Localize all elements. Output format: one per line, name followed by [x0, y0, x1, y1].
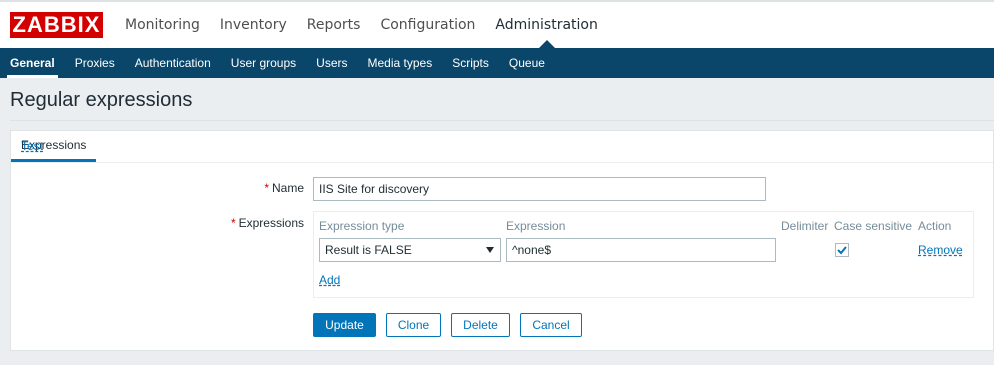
expressions-label-text: Expressions: [238, 216, 304, 230]
subnav-item-media-types[interactable]: Media types: [358, 48, 443, 78]
zabbix-logo[interactable]: ZABBIX: [9, 11, 104, 39]
checkmark-icon: [837, 246, 847, 255]
clone-button[interactable]: Clone: [386, 313, 441, 337]
expressions-table: Expression type Expression Delimiter Cas…: [313, 211, 974, 298]
delete-button[interactable]: Delete: [451, 313, 510, 337]
expression-type-select[interactable]: Result is FALSE: [319, 238, 501, 262]
main-menu: Monitoring Inventory Reports Configurati…: [115, 2, 608, 48]
header-expression: Expression: [506, 219, 566, 233]
menu-item-administration[interactable]: Administration: [485, 2, 607, 48]
header-delimiter: Delimiter: [781, 219, 829, 233]
form-panel: Expressions Test * Name IIS Site for disc…: [10, 130, 994, 351]
header-action: Action: [918, 219, 952, 233]
menu-item-reports[interactable]: Reports: [297, 2, 371, 48]
menu-item-monitoring[interactable]: Monitoring: [115, 2, 210, 48]
menu-item-administration-label: Administration: [495, 17, 598, 33]
name-label: * Name: [104, 181, 304, 195]
menu-item-inventory[interactable]: Inventory: [210, 2, 297, 48]
required-marker: *: [230, 216, 236, 230]
case-sensitive-checkbox[interactable]: [835, 243, 849, 257]
expressions-label: * Expressions: [104, 216, 304, 230]
menu-item-configuration[interactable]: Configuration: [370, 2, 485, 48]
active-menu-pointer: [538, 40, 555, 48]
header-case-sensitive: Case sensitive: [834, 219, 913, 233]
title-divider: [10, 120, 994, 121]
subnav-item-users[interactable]: Users: [306, 48, 357, 78]
name-input[interactable]: IIS Site for discovery: [313, 177, 766, 201]
update-button[interactable]: Update: [313, 313, 376, 337]
subnav-item-scripts[interactable]: Scripts: [442, 48, 499, 78]
sub-navigation: General Proxies Authentication User grou…: [0, 48, 994, 78]
cancel-button[interactable]: Cancel: [520, 313, 582, 337]
subnav-item-user-groups[interactable]: User groups: [221, 48, 306, 78]
subnav-item-proxies[interactable]: Proxies: [65, 48, 125, 78]
name-label-text: Name: [271, 181, 304, 195]
chevron-down-icon: [486, 247, 494, 253]
subnav-item-authentication[interactable]: Authentication: [125, 48, 221, 78]
expression-type-value: Result is FALSE: [325, 243, 412, 257]
add-expression-link[interactable]: Add: [319, 273, 340, 287]
header-expression-type: Expression type: [319, 219, 405, 233]
required-marker: *: [264, 181, 269, 195]
top-bar: ZABBIX Monitoring Inventory Reports Conf…: [0, 0, 994, 48]
expression-input[interactable]: ^none$: [506, 238, 776, 262]
subnav-item-queue[interactable]: Queue: [499, 48, 555, 78]
form-tabs: Expressions Test: [11, 131, 993, 163]
subnav-item-general[interactable]: General: [0, 48, 65, 78]
tab-test[interactable]: Test: [11, 131, 53, 162]
page-title: Regular expressions: [10, 89, 193, 111]
remove-link[interactable]: Remove: [918, 243, 963, 257]
